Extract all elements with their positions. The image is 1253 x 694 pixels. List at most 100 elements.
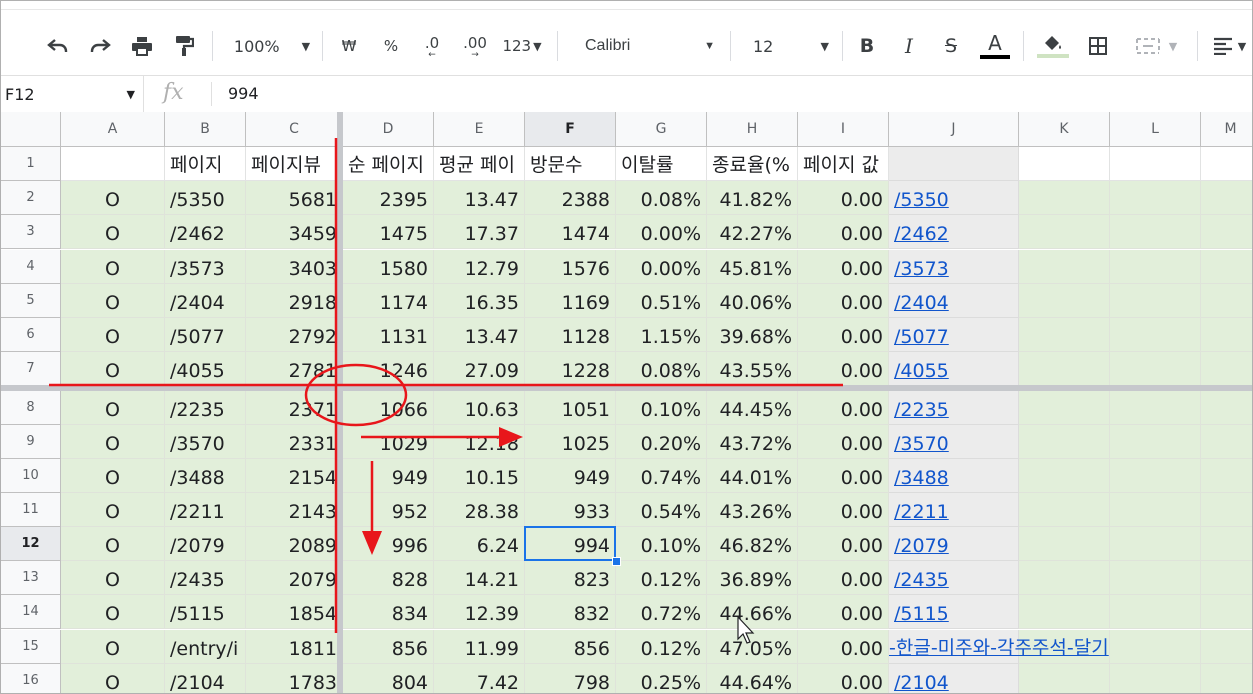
empty-cell[interactable] [1201,664,1252,693]
frozen-row-divider[interactable] [1,385,1252,391]
column-header-f[interactable]: F [525,112,616,147]
redo-icon[interactable] [83,29,117,63]
cell-d[interactable]: 1066 [343,391,434,425]
cell-a[interactable]: O [61,391,165,425]
cell-b[interactable]: /5115 [165,595,246,629]
empty-cell[interactable] [1110,425,1201,459]
row-header-10[interactable]: 10 [1,459,61,493]
paint-format-icon[interactable] [167,29,201,63]
borders-icon[interactable] [1083,29,1113,63]
page-link[interactable]: /2211 [894,501,949,523]
column-header-l[interactable]: L [1110,112,1201,147]
cell-d[interactable]: 1029 [343,425,434,459]
row-header-16[interactable]: 16 [1,664,61,693]
cell-b[interactable]: /2435 [165,561,246,595]
empty-cell[interactable] [1201,391,1252,425]
cell-a[interactable]: O [61,595,165,629]
frozen-column-divider[interactable] [337,112,343,693]
cell-h[interactable]: 43.55% [707,352,798,386]
empty-cell[interactable] [1019,391,1110,425]
empty-cell[interactable] [1110,352,1201,386]
cell-g[interactable]: 0.08% [616,352,707,386]
cell-b[interactable]: /5077 [165,318,246,352]
page-link[interactable]: /4055 [894,360,949,382]
page-link[interactable]: /3488 [894,467,949,489]
cell-h[interactable]: 43.26% [707,493,798,527]
cell-f[interactable]: 823 [525,561,616,595]
percent-format-button[interactable]: % [377,29,405,63]
cell-e[interactable]: 10.15 [434,459,525,493]
cell-g[interactable]: 0.25% [616,664,707,693]
cell-c[interactable]: 2089 [246,527,343,561]
empty-cell[interactable] [1110,318,1201,352]
empty-cell[interactable] [1019,561,1110,595]
cell-b[interactable]: /entry/i [165,630,246,664]
cell-d[interactable]: 1174 [343,284,434,318]
cell-i[interactable]: 0.00 [798,493,889,527]
empty-cell[interactable] [1019,318,1110,352]
cell-g[interactable]: 0.72% [616,595,707,629]
cell-b[interactable]: /3573 [165,250,246,284]
cell-f[interactable]: 1051 [525,391,616,425]
empty-cell[interactable] [1201,425,1252,459]
empty-cell[interactable] [1201,630,1252,664]
cell-e[interactable]: 6.24 [434,527,525,561]
cell-b[interactable]: /2079 [165,527,246,561]
cell-d[interactable]: 834 [343,595,434,629]
currency-format-button[interactable]: ₩ [335,29,363,63]
cell-f[interactable]: 2388 [525,181,616,215]
italic-button[interactable]: I [895,29,923,63]
cell-a[interactable]: O [61,215,165,249]
cell-a[interactable]: O [61,459,165,493]
cell-a[interactable]: O [61,318,165,352]
cell-h[interactable]: 47.05% [707,630,798,664]
column-header-e[interactable]: E [434,112,525,147]
empty-cell[interactable] [1201,561,1252,595]
empty-cell[interactable] [1201,318,1252,352]
header-cell-e[interactable]: 평균 페이 [434,147,525,181]
name-box[interactable]: F12 ▼ [1,76,144,112]
empty-cell[interactable] [1110,459,1201,493]
page-link-cell[interactable]: /2235 [889,391,1019,425]
page-link[interactable]: /5077 [894,326,949,348]
row-header-8[interactable]: 8 [1,391,61,425]
cell-d[interactable]: 996 [343,527,434,561]
empty-cell[interactable] [1110,493,1201,527]
align-button[interactable]: ▼ [1207,29,1251,63]
empty-cell[interactable] [1019,181,1110,215]
empty-cell[interactable] [1201,527,1252,561]
cell-d[interactable]: 949 [343,459,434,493]
cell-i[interactable]: 0.00 [798,250,889,284]
empty-cell[interactable] [1019,459,1110,493]
cell-b[interactable]: /2235 [165,391,246,425]
cell-d[interactable]: 952 [343,493,434,527]
cell-a[interactable]: O [61,561,165,595]
cell-e[interactable]: 17.37 [434,215,525,249]
empty-cell[interactable] [1110,561,1201,595]
strikethrough-button[interactable]: S [937,29,965,63]
page-link-cell[interactable]: /2462 [889,215,1019,249]
empty-cell[interactable] [1110,630,1201,664]
row-header-2[interactable]: 2 [1,181,61,215]
cell-b[interactable]: /3570 [165,425,246,459]
page-link[interactable]: /2462 [894,223,949,245]
empty-cell[interactable] [1019,425,1110,459]
cell-c[interactable]: 2371 [246,391,343,425]
page-link[interactable]: /2104 [894,672,949,693]
cell-d[interactable]: 1131 [343,318,434,352]
page-link[interactable]: /2235 [894,399,949,421]
cell-i[interactable]: 0.00 [798,459,889,493]
cell-e[interactable]: 14.21 [434,561,525,595]
page-link-cell[interactable]: /2211 [889,493,1019,527]
cell-b[interactable]: /4055 [165,352,246,386]
cell-f[interactable]: 994 [525,527,616,561]
undo-icon[interactable] [41,29,75,63]
header-cell-i[interactable]: 페이지 값 [798,147,889,181]
page-link[interactable]: /3573 [894,258,949,280]
cell-i[interactable]: 0.00 [798,425,889,459]
empty-cell[interactable] [1201,215,1252,249]
font-size-select[interactable]: 12 ▼ [743,29,833,63]
cell-h[interactable]: 44.66% [707,595,798,629]
cell-b[interactable]: /2404 [165,284,246,318]
cell-c[interactable]: 1854 [246,595,343,629]
